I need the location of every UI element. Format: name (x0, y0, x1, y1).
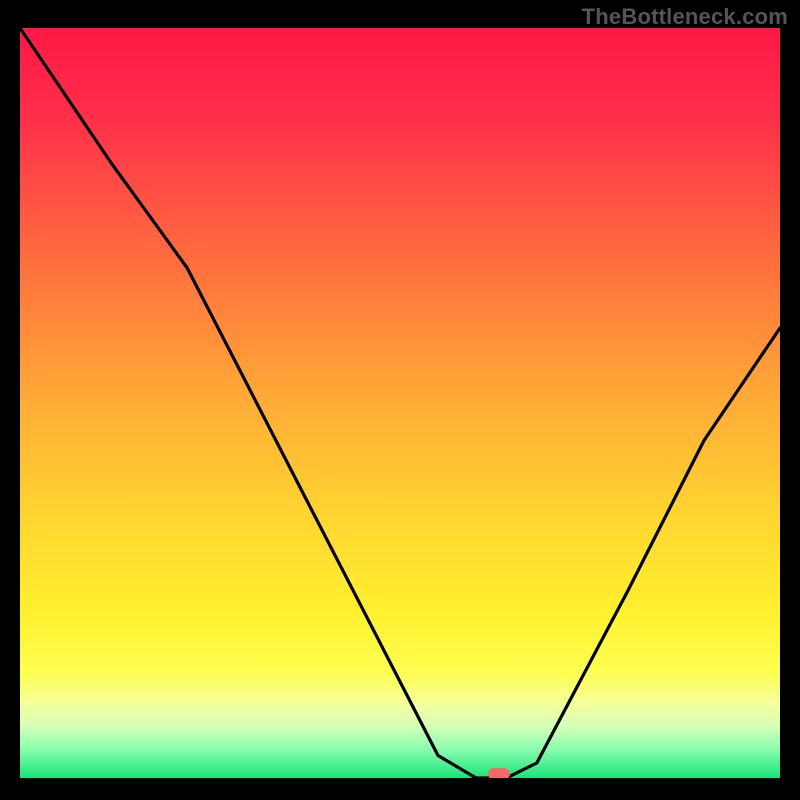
bottleneck-curve (20, 28, 780, 778)
chart-frame: TheBottleneck.com (0, 0, 800, 800)
watermark-text: TheBottleneck.com (582, 4, 788, 30)
curve-svg (20, 28, 780, 778)
optimal-marker (488, 768, 510, 778)
plot-area (20, 28, 780, 778)
